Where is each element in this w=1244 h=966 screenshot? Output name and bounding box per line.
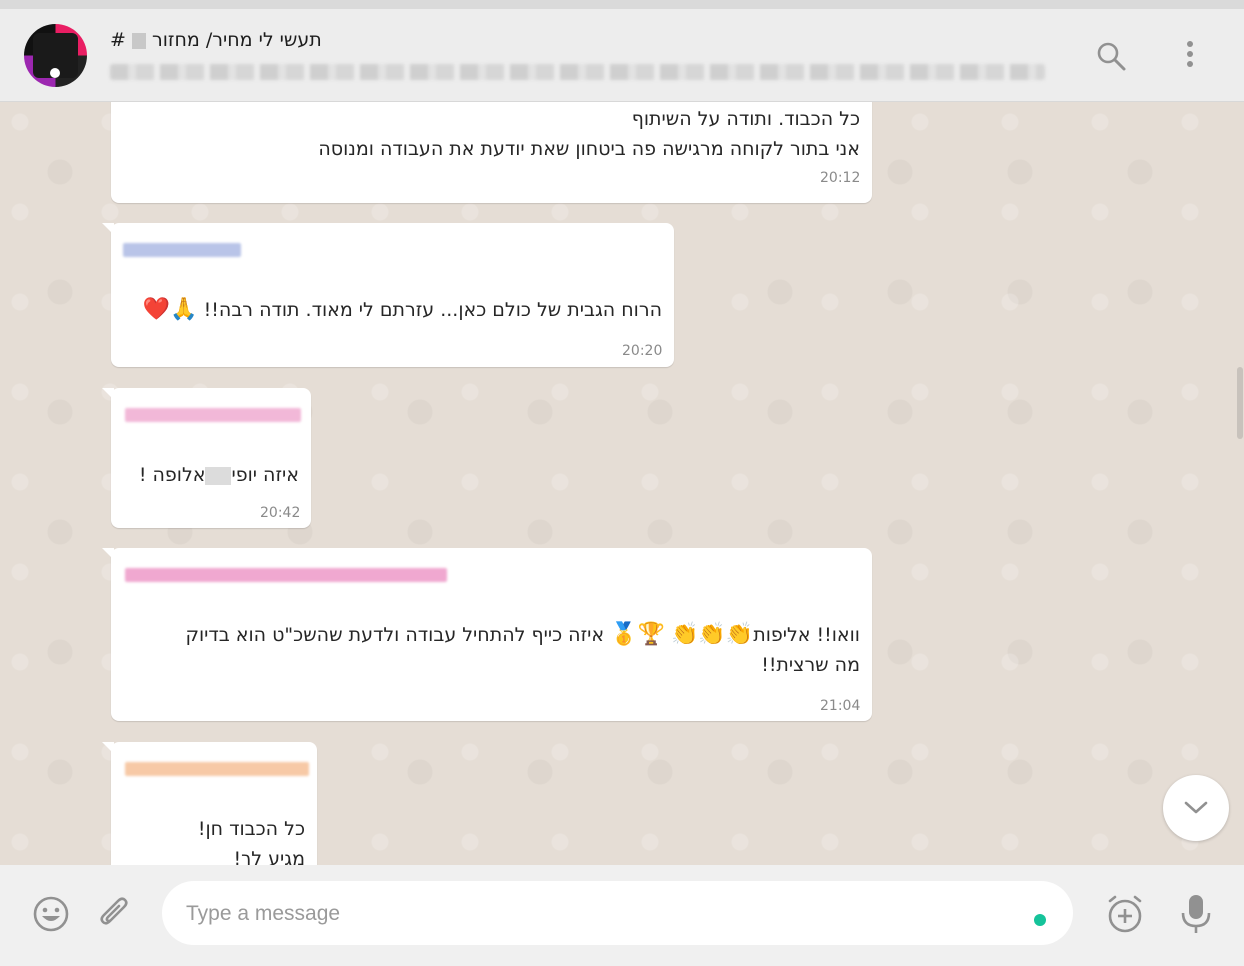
message-time: 20:12: [820, 170, 861, 186]
message-text: כל הכבוד. ותודה על השיתוף אני בתור לקוחה…: [318, 108, 860, 160]
message-time: 20:20: [622, 343, 663, 359]
search-icon[interactable]: [1094, 39, 1128, 73]
message-text: הרוח הגבית של כולם כאן... עזרתם לי מאוד.…: [142, 297, 662, 322]
emoji-trophy-medal: 🏆🥇: [610, 622, 665, 647]
censored-block: [131, 32, 146, 49]
message-time: 21:04: [820, 698, 861, 714]
sender-name-blurred: [123, 243, 241, 257]
avatar-check-icon: [50, 68, 60, 78]
message-bubble[interactable]: כל הכבוד חן! מגיע לך!: [102, 742, 317, 865]
message-bubble[interactable]: כל הכבוד. ותודה על השיתוף אני בתור לקוחה…: [111, 102, 872, 203]
message-time: 20:42: [260, 505, 301, 521]
group-avatar[interactable]: [24, 24, 87, 87]
emoji-pray-heart: 🙏❤️: [142, 297, 198, 322]
chat-participants-blurred: [110, 64, 1045, 80]
chat-title: תעשי לי מחיר/ מחזור #: [110, 29, 322, 51]
chat-title-main: תעשי לי מחיר/ מחזור: [152, 29, 322, 51]
emoji-clap: 👏👏👏: [671, 622, 754, 647]
emoji-icon[interactable]: [32, 895, 70, 933]
censored-block: [205, 466, 232, 485]
sender-name-blurred: [125, 568, 447, 582]
chat-header[interactable]: תעשי לי מחיר/ מחזור #: [0, 9, 1244, 102]
more-menu-icon[interactable]: [1178, 39, 1202, 73]
message-input[interactable]: [184, 895, 1008, 933]
scroll-to-bottom-button[interactable]: [1163, 775, 1229, 841]
message-input-wrapper[interactable]: [162, 881, 1073, 945]
message-text: איזה יופיאלופה !: [138, 464, 299, 486]
message-bubble[interactable]: וואו!! אליפות👏👏👏 🏆🥇 איזה כייף להתחיל עבו…: [102, 548, 872, 721]
chevron-down-icon: [1184, 801, 1208, 814]
microphone-icon[interactable]: [1178, 893, 1214, 935]
timer-add-icon[interactable]: [1104, 893, 1146, 935]
status-dot: [1034, 914, 1046, 926]
sender-name-blurred: [125, 762, 309, 776]
paperclip-icon[interactable]: [96, 895, 134, 933]
scrollbar-thumb[interactable]: [1237, 367, 1243, 439]
message-bubble[interactable]: איזה יופיאלופה ! 20:42: [102, 388, 311, 528]
message-list[interactable]: כל הכבוד. ותודה על השיתוף אני בתור לקוחה…: [0, 102, 1244, 865]
message-bubble[interactable]: הרוח הגבית של כולם כאן... עזרתם לי מאוד.…: [102, 223, 674, 367]
message-text: כל הכבוד חן! מגיע לך!: [197, 818, 305, 865]
chat-title-prefix: #: [110, 29, 126, 51]
composer-bar: [0, 865, 1244, 966]
window-top-strip: [0, 0, 1244, 9]
message-text: וואו!! אליפות👏👏👏 🏆🥇 איזה כייף להתחיל עבו…: [185, 622, 860, 676]
sender-name-blurred: [125, 408, 301, 422]
